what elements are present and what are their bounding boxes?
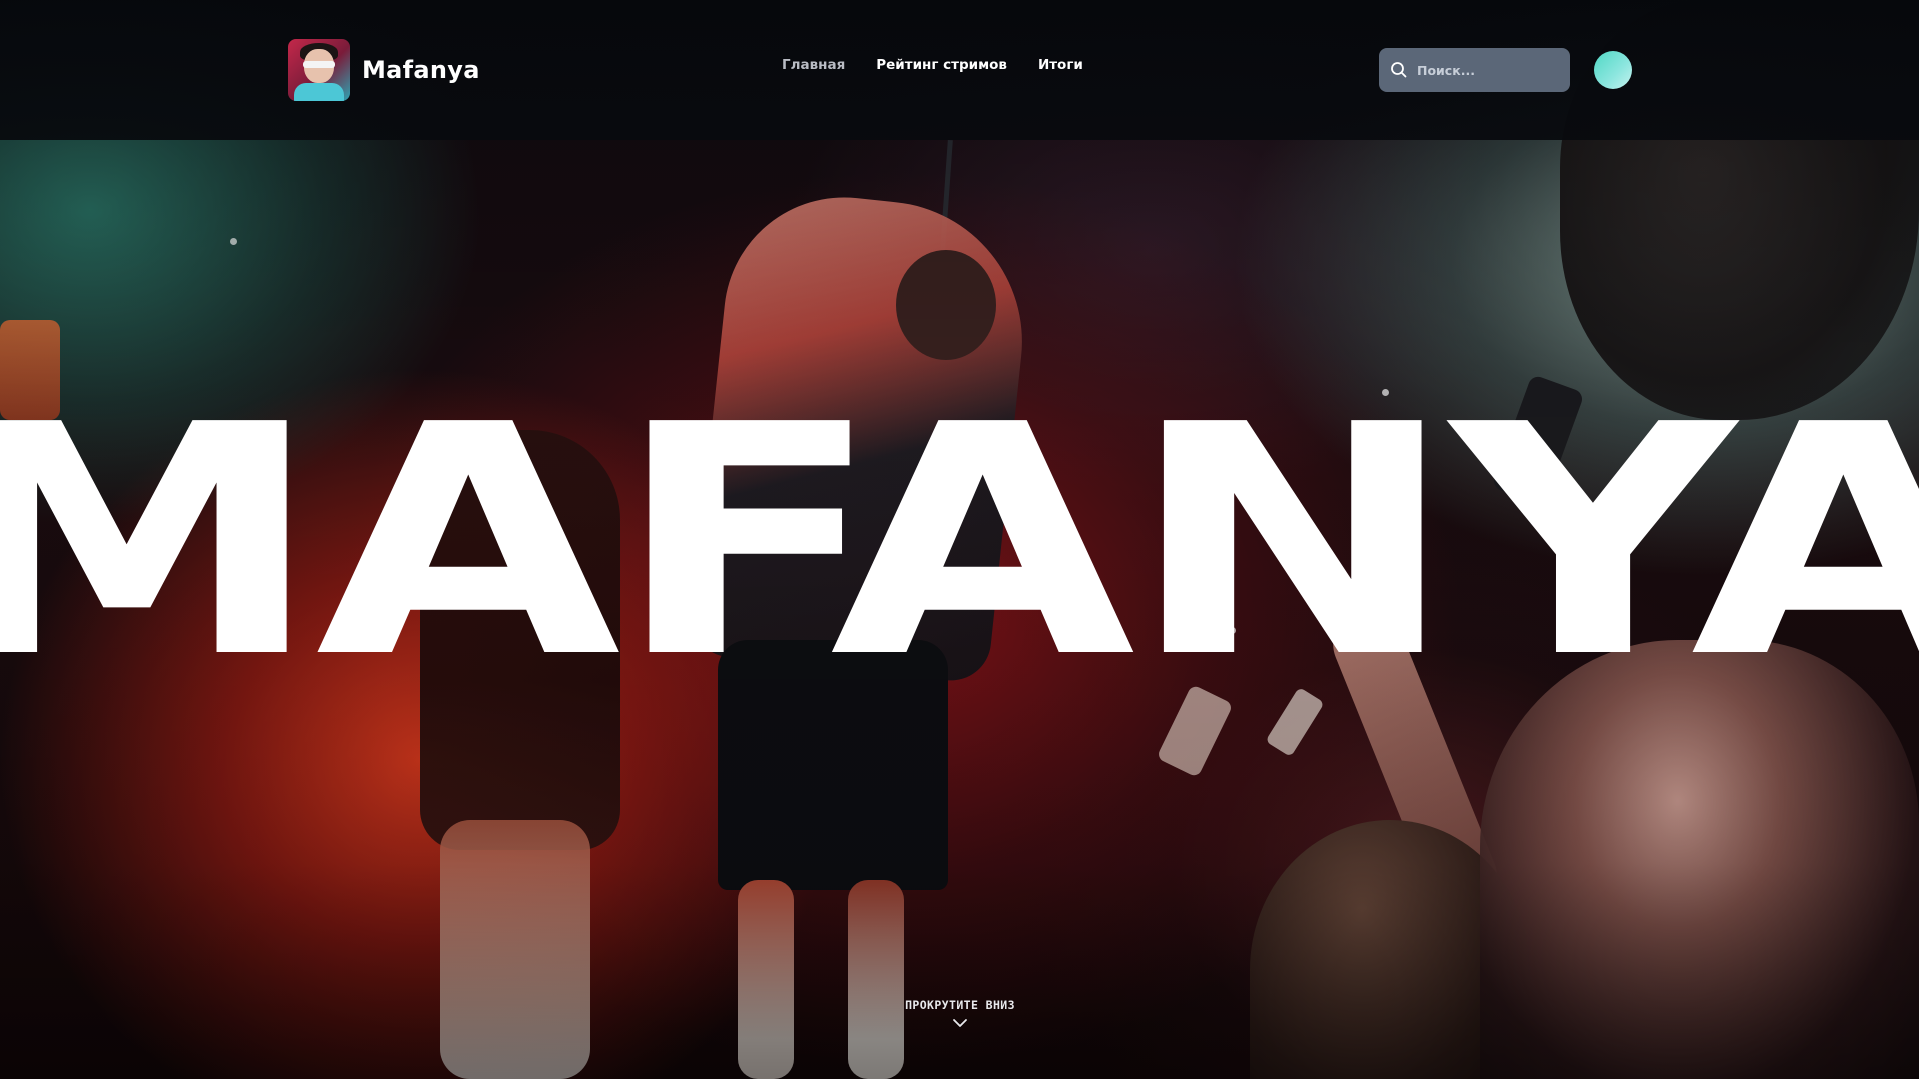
page: MAFANYA Mafanya Главная Рейтинг стримов … bbox=[0, 0, 1919, 1079]
profile-avatar[interactable] bbox=[1594, 51, 1632, 89]
scroll-down-label: ПРОКРУТИТЕ ВНИЗ bbox=[905, 998, 1015, 1012]
search-input[interactable] bbox=[1417, 62, 1557, 78]
scroll-down-hint[interactable]: ПРОКРУТИТЕ ВНИЗ bbox=[859, 998, 1061, 1028]
nav-item-home[interactable]: Главная bbox=[782, 57, 845, 73]
brand-name: Mafanya bbox=[362, 56, 480, 84]
artist-avatar-logo bbox=[288, 39, 350, 101]
search-icon bbox=[1391, 62, 1407, 78]
search-box[interactable] bbox=[1379, 48, 1570, 92]
chevron-down-icon bbox=[953, 1019, 967, 1027]
top-navbar: Mafanya Главная Рейтинг стримов Итоги bbox=[0, 0, 1919, 140]
nav-item-stream-rating[interactable]: Рейтинг стримов bbox=[876, 57, 1007, 73]
main-nav: Главная Рейтинг стримов Итоги bbox=[782, 57, 1083, 73]
nav-item-results[interactable]: Итоги bbox=[1038, 57, 1083, 73]
hero-title: MAFANYA bbox=[0, 357, 1919, 727]
brand-home-link[interactable]: Mafanya bbox=[288, 39, 480, 101]
